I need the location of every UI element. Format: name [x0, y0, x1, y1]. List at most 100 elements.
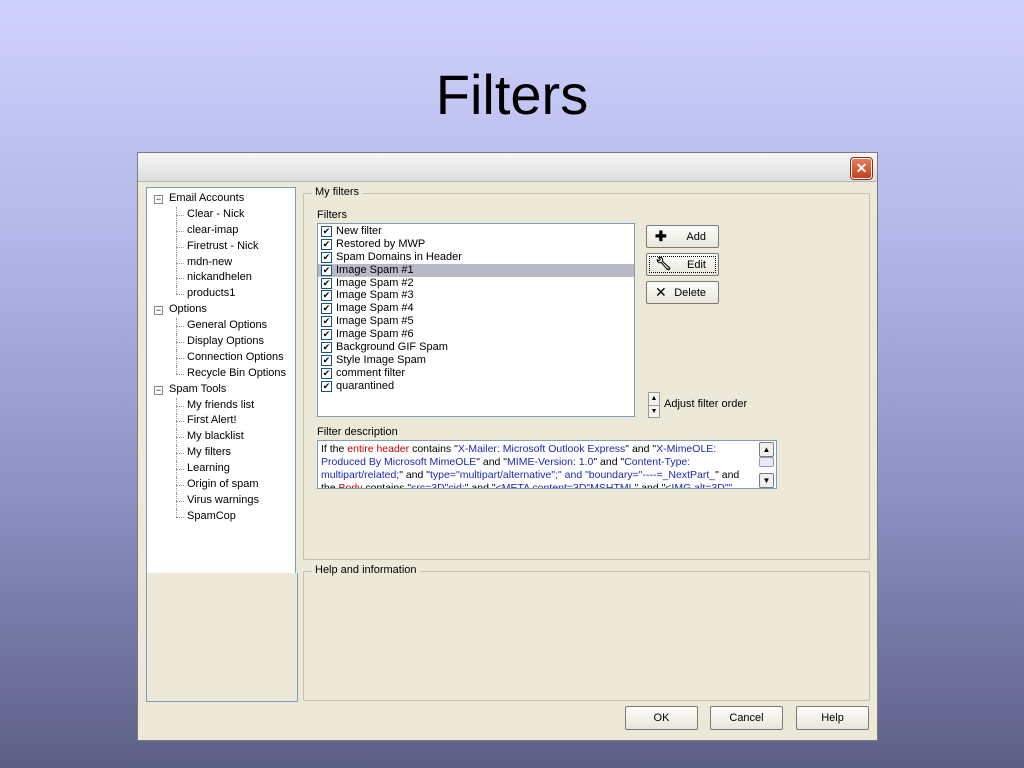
tree-item[interactable]: clear-imap: [147, 222, 295, 239]
tree-item[interactable]: Virus warnings: [147, 492, 295, 509]
tree-item[interactable]: My filters: [147, 445, 295, 462]
filter-checkbox[interactable]: ✔: [321, 354, 332, 366]
filter-checkbox[interactable]: ✔: [321, 251, 332, 263]
ok-button[interactable]: OK: [625, 706, 698, 730]
filter-checkbox[interactable]: ✔: [321, 290, 332, 302]
tree-connector: [176, 508, 177, 517]
filter-list-item[interactable]: ✔ quarantined: [318, 380, 634, 393]
tree-item-label: Learning: [187, 462, 230, 475]
filter-checkbox[interactable]: ✔: [321, 316, 332, 328]
filter-label: New filter: [336, 225, 382, 237]
title-bar: ✕: [138, 153, 877, 182]
tree-item[interactable]: General Options: [147, 318, 295, 335]
tree-item[interactable]: My blacklist: [147, 429, 295, 446]
tree-group-label: Email Accounts: [169, 192, 245, 204]
filter-list-item[interactable]: ✔ Image Spam #2: [318, 277, 634, 290]
filter-list-item[interactable]: ✔ comment filter: [318, 367, 634, 380]
collapse-icon[interactable]: −: [154, 385, 163, 395]
tree-item[interactable]: SpamCop: [147, 508, 295, 525]
filter-checkbox[interactable]: ✔: [321, 329, 332, 341]
tree-connector: [176, 294, 184, 296]
filters-list[interactable]: ✔ New filter ✔ Restored by MWP ✔ Spam Domains…: [317, 223, 635, 417]
scroll-up-icon[interactable]: ▲: [759, 442, 774, 457]
help-group: Help and information: [303, 564, 870, 701]
filter-list-item[interactable]: ✔ Restored by MWP: [318, 238, 634, 251]
filter-checkbox[interactable]: ✔: [321, 277, 332, 289]
filter-label: Image Spam #5: [336, 315, 414, 328]
tree-item[interactable]: mdn-new: [147, 254, 295, 271]
description-segment: type="multipart/alternative";: [430, 469, 558, 481]
help-button[interactable]: Help: [796, 706, 869, 730]
tree-item[interactable]: Recycle Bin Options: [147, 365, 295, 382]
filter-description-text[interactable]: If the entire header contains "X-Mailer:…: [317, 440, 777, 489]
tree-item[interactable]: My friends list: [147, 397, 295, 414]
filter-label: Image Spam #2: [336, 276, 414, 289]
scrollbar-thumb[interactable]: [759, 457, 774, 467]
tree-connector: [176, 421, 184, 423]
description-segment: " and ": [476, 456, 508, 468]
description-segment: " and ": [634, 482, 666, 489]
filter-list-item[interactable]: ✔ New filter: [318, 225, 634, 238]
order-spinner[interactable]: ▲ ▼: [648, 392, 660, 418]
filter-label: Image Spam #4: [336, 302, 414, 315]
tree-item[interactable]: Clear - Nick: [147, 206, 295, 223]
filter-list-item[interactable]: ✔ Spam Domains in Header: [318, 251, 634, 264]
collapse-icon[interactable]: −: [154, 195, 163, 204]
filter-checkbox[interactable]: ✔: [321, 238, 332, 250]
filter-checkbox[interactable]: ✔: [321, 264, 332, 276]
my-filters-group-label: My filters: [312, 186, 362, 198]
tree-item[interactable]: Display Options: [147, 334, 295, 351]
description-segment: " and ": [399, 469, 431, 481]
filter-checkbox[interactable]: ✔: [321, 342, 332, 354]
tree-connector: [176, 437, 184, 439]
tree-group[interactable]: − Email Accounts: [147, 191, 295, 207]
tree-connector: [176, 286, 177, 295]
tree-group-label: Spam Tools: [169, 382, 227, 395]
tree-item-label: My blacklist: [187, 430, 244, 443]
filter-checkbox[interactable]: ✔: [321, 226, 332, 237]
collapse-icon[interactable]: −: [154, 306, 163, 316]
tree-item[interactable]: First Alert!: [147, 413, 295, 430]
add-filter-button[interactable]: ✚ Add: [646, 225, 719, 248]
filter-list-item[interactable]: ✔ Background GIF Spam: [318, 341, 634, 354]
edit-filter-button[interactable]: 🔧︎ Edit: [646, 253, 719, 276]
tree-connector: [176, 405, 184, 407]
tree-group[interactable]: − Options: [147, 302, 295, 318]
filter-description-label: Filter description: [317, 426, 398, 438]
filters-dialog: ✕ − Email Accounts Clear - Nick clear-imap F…: [137, 152, 878, 741]
tree-connector: [176, 326, 184, 328]
filter-list-item[interactable]: ✔ Image Spam #1: [318, 263, 634, 277]
tree-item-label: Origin of spam: [187, 478, 259, 491]
description-segment: Body: [338, 482, 363, 489]
tree-item[interactable]: Learning: [147, 461, 295, 478]
help-group-label: Help and information: [312, 564, 420, 576]
move-up-icon[interactable]: ▲: [649, 393, 659, 406]
filter-list-item[interactable]: ✔ Image Spam #3: [318, 289, 634, 302]
scroll-down-icon[interactable]: ▼: [759, 473, 774, 488]
close-icon[interactable]: ✕: [850, 157, 873, 180]
filter-list-item[interactable]: ✔ Style Image Spam: [318, 354, 634, 367]
description-segment: X-Mailer: Microsoft Outlook Express: [457, 443, 626, 455]
tree-item[interactable]: products1: [147, 286, 295, 302]
tree-item-label: Connection Options: [187, 350, 284, 363]
tree-connector: [176, 516, 184, 518]
tree-item[interactable]: Connection Options: [147, 349, 295, 366]
tree-item[interactable]: nickandhelen: [147, 270, 295, 287]
filter-checkbox[interactable]: ✔: [321, 367, 332, 379]
tree-item[interactable]: Firetrust - Nick: [147, 238, 295, 255]
filter-list-item[interactable]: ✔ Image Spam #6: [318, 328, 634, 341]
cancel-button[interactable]: Cancel: [710, 706, 783, 730]
filter-list-item[interactable]: ✔ Image Spam #5: [318, 315, 634, 328]
filter-checkbox[interactable]: ✔: [321, 380, 332, 392]
move-down-icon[interactable]: ▼: [649, 406, 659, 417]
description-segment: " and ": [464, 482, 496, 489]
tree-group[interactable]: − Spam Tools: [147, 382, 295, 398]
filter-label: Background GIF Spam: [336, 341, 448, 354]
tree-item-label: Firetrust - Nick: [187, 239, 259, 252]
delete-filter-button[interactable]: ✕ Delete: [646, 281, 719, 304]
tree-item-label: My filters: [187, 446, 231, 459]
filter-checkbox[interactable]: ✔: [321, 303, 332, 315]
filter-list-item[interactable]: ✔ Image Spam #4: [318, 302, 634, 315]
description-segment: contains ": [409, 443, 458, 455]
tree-item[interactable]: Origin of spam: [147, 477, 295, 494]
